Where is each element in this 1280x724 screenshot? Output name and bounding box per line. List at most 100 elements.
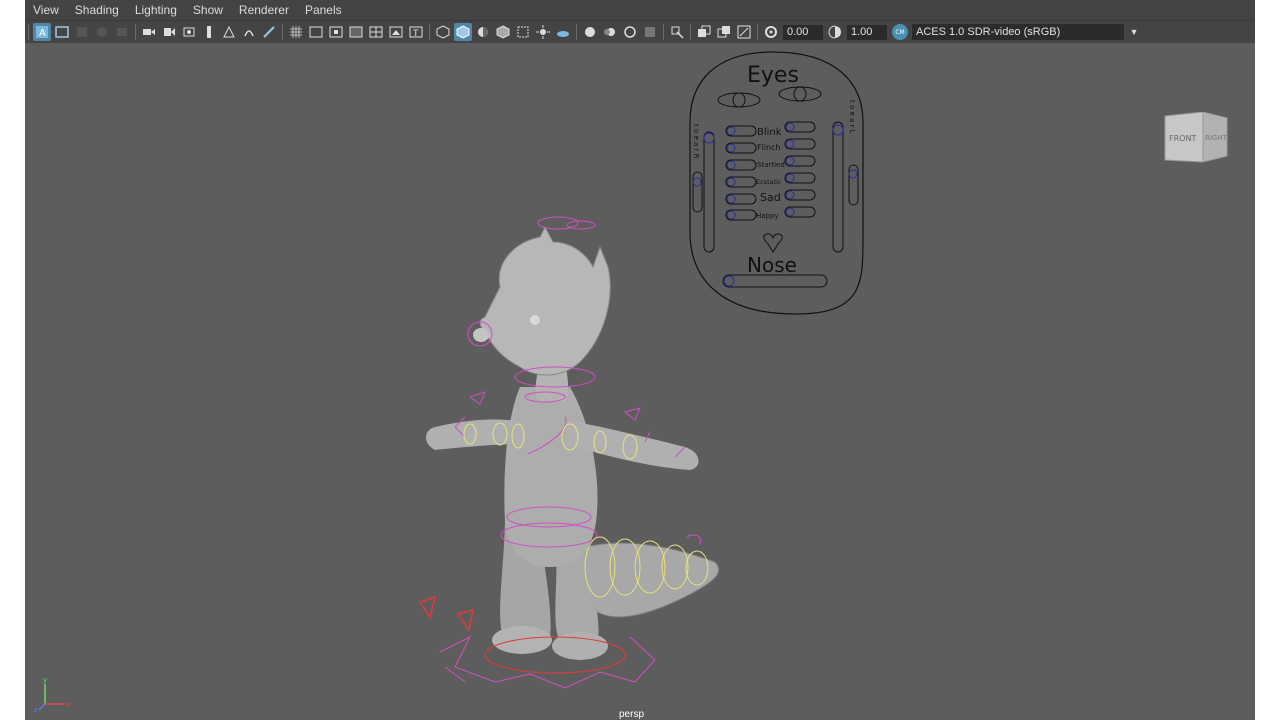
viewport-panel[interactable]: View Shading Lighting Show Renderer Pane… xyxy=(25,0,1255,720)
resolution-gate-toggle-icon[interactable] xyxy=(327,23,345,41)
menu-panels[interactable]: Panels xyxy=(297,0,350,20)
gate-mask-icon[interactable] xyxy=(180,23,198,41)
exposure-field[interactable]: 0.00 xyxy=(783,24,823,40)
eye-left-pupil xyxy=(732,92,746,108)
bookmarks-icon[interactable] xyxy=(73,23,91,41)
use-default-material-icon[interactable] xyxy=(474,23,492,41)
panel-menu-bar: View Shading Lighting Show Renderer Pane… xyxy=(25,0,1255,20)
wireframe-on-shaded-icon[interactable] xyxy=(494,23,512,41)
safe-action-icon[interactable] xyxy=(220,23,238,41)
toolbar-divider xyxy=(28,24,29,40)
ear-right-slider-knob[interactable] xyxy=(703,132,715,144)
expression-flinch-row[interactable]: Flinch xyxy=(725,138,816,154)
expression-blink-row[interactable]: Blink xyxy=(725,121,816,138)
expression-label: Flinch xyxy=(757,143,781,152)
field-chart-toggle-icon[interactable] xyxy=(367,23,385,41)
menu-renderer[interactable]: Renderer xyxy=(231,0,297,20)
film-gate-icon[interactable] xyxy=(140,23,158,41)
svg-text:T: T xyxy=(412,29,419,39)
axis-gizmo: y x z xyxy=(33,674,73,718)
expression-happy-row[interactable]: Happy xyxy=(725,206,816,221)
color-management-icon[interactable]: CM xyxy=(892,24,908,40)
xray-icon[interactable] xyxy=(695,23,713,41)
smooth-shade-icon[interactable] xyxy=(454,23,472,41)
facial-picker-panel[interactable]: Eyes t o e a r R t o e a r L Blink Flinc… xyxy=(689,51,864,315)
view-transform-label: ACES 1.0 SDR-video (sRGB) xyxy=(916,26,1061,38)
expression-label: Startled xyxy=(757,161,785,169)
toolbar-divider xyxy=(576,24,577,40)
viewcube-right-label[interactable]: RIGHT xyxy=(1205,134,1228,142)
expression-label: Happy xyxy=(756,212,779,220)
ear-right-slider[interactable] xyxy=(703,131,715,253)
svg-text:A: A xyxy=(39,28,46,39)
toolbar-divider xyxy=(429,24,430,40)
viewcube-front-label[interactable]: FRONT xyxy=(1169,134,1196,143)
toolbar-divider xyxy=(757,24,758,40)
ear-l-vertical-label: t o e a r L xyxy=(848,100,856,134)
view-cube[interactable]: FRONT RIGHT xyxy=(1163,111,1229,170)
gate-mask-toggle-icon[interactable] xyxy=(347,23,365,41)
image-plane-icon[interactable] xyxy=(93,23,111,41)
toolbar-divider xyxy=(135,24,136,40)
nose-heart-control[interactable] xyxy=(763,233,783,253)
camera-attributes-icon[interactable] xyxy=(53,23,71,41)
expression-label: Ecstatic xyxy=(756,178,782,186)
toolbar-divider xyxy=(663,24,664,40)
textured-icon[interactable] xyxy=(514,23,532,41)
select-camera-icon[interactable]: A xyxy=(33,23,51,41)
expression-label: Sad xyxy=(760,191,781,204)
nose-title: Nose xyxy=(747,253,797,277)
ear-right-small-knob[interactable] xyxy=(692,177,702,187)
chevron-down-icon[interactable]: ▼ xyxy=(1126,24,1142,40)
xray-active-components-icon[interactable] xyxy=(715,23,733,41)
isolate-select-icon[interactable] xyxy=(668,23,686,41)
expression-startled-row[interactable]: Startled xyxy=(725,155,816,171)
menu-view[interactable]: View xyxy=(25,0,67,20)
axis-x-label: x xyxy=(66,701,70,709)
gamma-icon[interactable] xyxy=(826,23,844,41)
two-d-pan-zoom-icon[interactable] xyxy=(113,23,131,41)
shadows-icon[interactable] xyxy=(554,23,572,41)
axis-z-label: z xyxy=(34,706,38,714)
ear-left-slider[interactable] xyxy=(832,121,844,253)
nose-slider-knob[interactable] xyxy=(723,275,735,287)
camera-name-label: persp xyxy=(619,709,645,720)
expression-ecstatic-row[interactable]: Ecstatic xyxy=(725,172,816,188)
xray-joints-icon[interactable] xyxy=(735,23,753,41)
eye-right-control[interactable] xyxy=(778,86,822,102)
wireframe-icon[interactable] xyxy=(434,23,452,41)
toolbar-divider xyxy=(282,24,283,40)
eye-left-control[interactable] xyxy=(717,92,761,108)
scene-canvas: Eyes t o e a r R t o e a r L Blink Flinc… xyxy=(418,51,864,689)
panel-toolbar: A T 0.00 1.00 CM ACES 1.0 SDR-video (sRG… xyxy=(25,20,1255,43)
resolution-gate-icon[interactable] xyxy=(160,23,178,41)
viewport-3d[interactable]: Eyes t o e a r R t o e a r L Blink Flinc… xyxy=(25,42,1255,720)
anti-aliasing-icon[interactable] xyxy=(621,23,639,41)
safe-action-toggle-icon[interactable] xyxy=(387,23,405,41)
toolbar-divider xyxy=(690,24,691,40)
menu-show[interactable]: Show xyxy=(185,0,231,20)
eyes-title: Eyes xyxy=(747,63,799,88)
gamma-field[interactable]: 1.00 xyxy=(847,24,887,40)
grid-icon[interactable] xyxy=(287,23,305,41)
ear-left-slider-knob[interactable] xyxy=(832,124,844,136)
safe-title-toggle-icon[interactable]: T xyxy=(407,23,425,41)
expression-label: Blink xyxy=(757,127,782,138)
axis-y-label: y xyxy=(43,676,47,684)
ear-left-small-knob[interactable] xyxy=(848,169,858,179)
exposure-icon[interactable] xyxy=(762,23,780,41)
menu-lighting[interactable]: Lighting xyxy=(127,0,185,20)
depth-of-field-icon[interactable] xyxy=(641,23,659,41)
lights-icon[interactable] xyxy=(534,23,552,41)
menu-shading[interactable]: Shading xyxy=(67,0,127,20)
eye-right-pupil xyxy=(793,86,807,102)
film-gate-toggle-icon[interactable] xyxy=(307,23,325,41)
field-chart-icon[interactable] xyxy=(200,23,218,41)
view-transform-dropdown[interactable]: ACES 1.0 SDR-video (sRGB) ▼ xyxy=(912,24,1142,40)
pencil-icon[interactable] xyxy=(260,23,278,41)
safe-title-icon[interactable] xyxy=(240,23,258,41)
screen-space-ao-icon[interactable] xyxy=(581,23,599,41)
ear-r-vertical-label: t o e a r R xyxy=(692,124,700,159)
motion-blur-icon[interactable] xyxy=(601,23,619,41)
expression-sad-row[interactable]: Sad xyxy=(725,189,816,205)
